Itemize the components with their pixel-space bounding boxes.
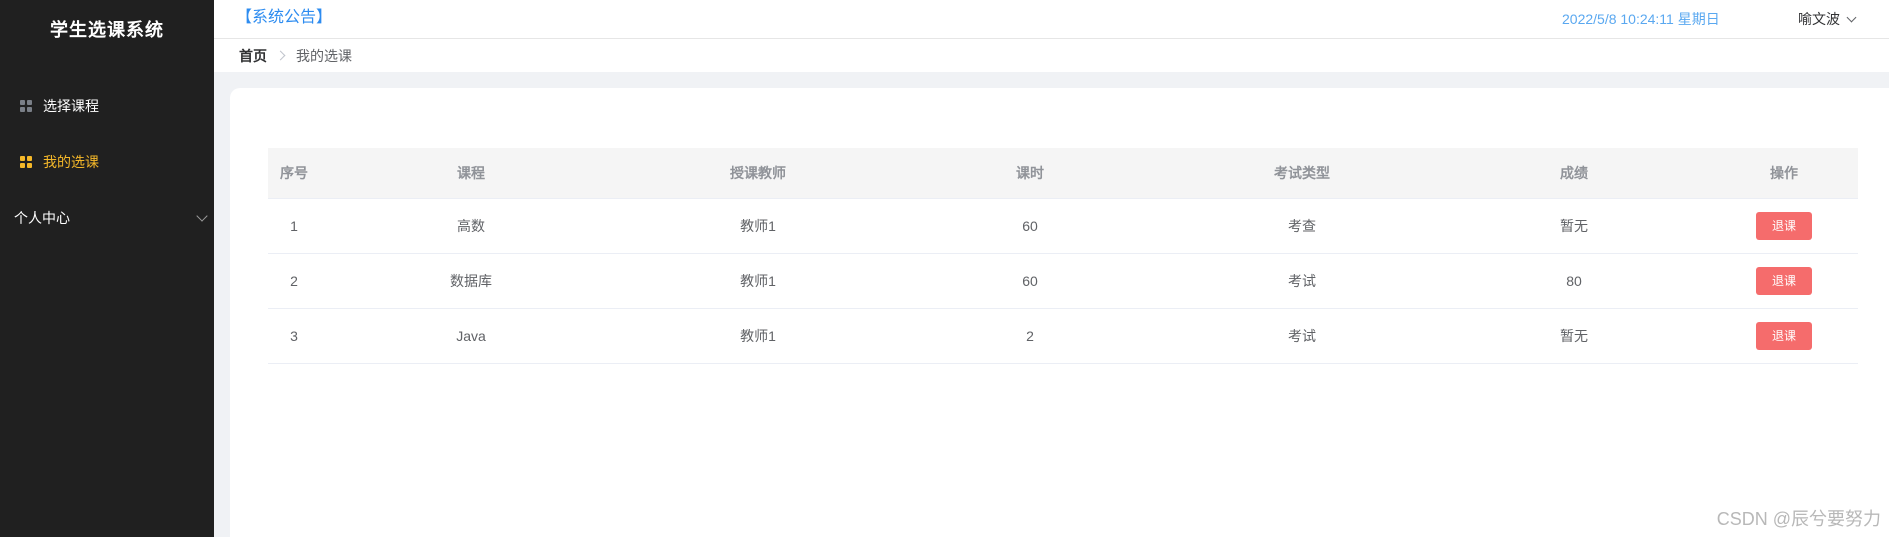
cell-course: Java <box>320 308 622 364</box>
cell-action: 退课 <box>1710 308 1858 364</box>
breadcrumb-home[interactable]: 首页 <box>239 46 267 66</box>
cell-teacher: 教师1 <box>622 198 894 254</box>
cell-hours: 60 <box>894 253 1166 309</box>
cell-exam-type: 考试 <box>1166 308 1438 364</box>
cell-course: 高数 <box>320 198 622 254</box>
top-header: 【系统公告】 2022/5/8 10:24:11 星期日 喻文波 <box>214 0 1889 39</box>
cell-exam-type: 考查 <box>1166 198 1438 254</box>
cell-score: 暂无 <box>1438 308 1710 364</box>
my-courses-table: 序号 课程 授课教师 课时 考试类型 成绩 操作 1 高数 教师1 60 考查 … <box>268 148 1858 364</box>
app-title: 学生选课系统 <box>50 20 164 40</box>
cell-index: 3 <box>268 308 320 364</box>
table-row: 3 Java 教师1 2 考试 暂无 退课 <box>268 308 1858 364</box>
sidebar-item-label: 选择课程 <box>43 98 99 114</box>
cell-index: 2 <box>268 253 320 309</box>
cell-index: 1 <box>268 198 320 254</box>
cell-action: 退课 <box>1710 253 1858 309</box>
sidebar-item-select-course[interactable]: 选择课程 <box>0 78 214 134</box>
drop-course-button[interactable]: 退课 <box>1756 212 1812 240</box>
cell-hours: 2 <box>894 308 1166 364</box>
cell-course: 数据库 <box>320 253 622 309</box>
drop-course-button[interactable]: 退课 <box>1756 322 1812 350</box>
drop-course-button[interactable]: 退课 <box>1756 267 1812 295</box>
datetime-display: 2022/5/8 10:24:11 星期日 <box>1562 11 1720 27</box>
grid-icon <box>20 156 32 168</box>
cell-score: 80 <box>1438 253 1710 309</box>
sidebar-item-my-courses[interactable]: 我的选课 <box>0 134 214 190</box>
cell-teacher: 教师1 <box>622 253 894 309</box>
column-header-action: 操作 <box>1710 148 1858 199</box>
column-header-score: 成绩 <box>1438 148 1710 199</box>
cell-hours: 60 <box>894 198 1166 254</box>
cell-teacher: 教师1 <box>622 308 894 364</box>
sidebar-item-label: 我的选课 <box>43 154 99 170</box>
cell-action: 退课 <box>1710 198 1858 254</box>
column-header-exam-type: 考试类型 <box>1166 148 1438 199</box>
table-row: 1 高数 教师1 60 考查 暂无 退课 <box>268 198 1858 254</box>
table-row: 2 数据库 教师1 60 考试 80 退课 <box>268 253 1858 309</box>
column-header-index: 序号 <box>268 148 320 199</box>
main-card: 序号 课程 授课教师 课时 考试类型 成绩 操作 1 高数 教师1 60 考查 … <box>230 88 1889 537</box>
chevron-down-icon <box>1846 12 1857 22</box>
sidebar-item-label: 个人中心 <box>14 210 70 226</box>
column-header-teacher: 授课教师 <box>622 148 894 199</box>
chevron-right-icon <box>275 50 286 61</box>
breadcrumb: 首页 我的选课 <box>214 39 1889 72</box>
table-header-row: 序号 课程 授课教师 课时 考试类型 成绩 操作 <box>268 148 1858 199</box>
system-notice-link[interactable]: 【系统公告】 <box>236 3 332 27</box>
sidebar: 学生选课系统 选择课程 我的选课 个人中心 <box>0 0 214 537</box>
user-name: 喻文波 <box>1798 11 1840 27</box>
user-menu[interactable]: 喻文波 <box>1798 9 1857 29</box>
column-header-course: 课程 <box>320 148 622 199</box>
sidebar-item-personal-center[interactable]: 个人中心 <box>0 190 228 246</box>
column-header-hours: 课时 <box>894 148 1166 199</box>
grid-icon <box>20 100 32 112</box>
cell-exam-type: 考试 <box>1166 253 1438 309</box>
chevron-down-icon <box>196 210 208 222</box>
cell-score: 暂无 <box>1438 198 1710 254</box>
watermark: CSDN @辰兮要努力 <box>1716 509 1881 529</box>
breadcrumb-current: 我的选课 <box>296 47 352 64</box>
